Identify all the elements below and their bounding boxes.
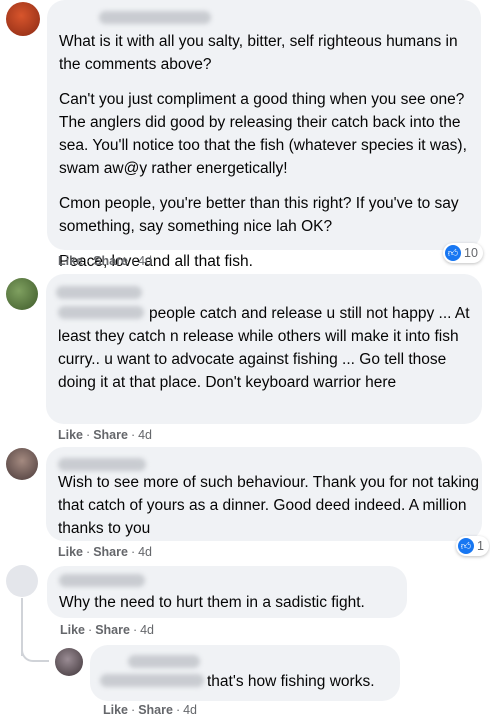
share-button[interactable]: Share <box>95 623 130 637</box>
author-name-blurred[interactable] <box>56 286 142 299</box>
avatar[interactable] <box>6 565 38 597</box>
comment-text: What is it with all you salty, bitter, s… <box>59 33 467 270</box>
comment-actions: Like · Share · 4d <box>103 703 198 717</box>
reaction-count[interactable]: 👍︎ 1 <box>456 536 489 556</box>
author-name-blurred[interactable] <box>128 655 200 668</box>
thumbs-up-icon: 👍︎ <box>458 538 474 554</box>
timestamp[interactable]: 4d <box>183 703 197 717</box>
share-button[interactable]: Share <box>93 254 128 268</box>
timestamp[interactable]: 4d <box>138 254 152 268</box>
like-button[interactable]: Like <box>58 545 83 559</box>
comment-actions: Like · Share · 4d <box>58 545 153 559</box>
timestamp[interactable]: 4d <box>140 623 154 637</box>
like-button[interactable]: Like <box>58 254 83 268</box>
author-name-blurred[interactable] <box>99 11 211 24</box>
comment-text: Wish to see more of such behaviour. Than… <box>58 474 480 537</box>
reaction-count[interactable]: 👍︎ 10 <box>443 243 483 263</box>
avatar[interactable] <box>6 278 38 310</box>
comment-actions: Like · Share · 4d <box>58 428 153 442</box>
tagged-name-blurred[interactable] <box>100 674 204 687</box>
avatar[interactable] <box>6 448 38 480</box>
tagged-name-blurred[interactable] <box>58 306 144 319</box>
avatar[interactable] <box>6 2 40 36</box>
comment-actions: Like · Share · 4d <box>60 623 155 637</box>
comment-text: that's how fishing works. <box>100 670 400 693</box>
comment-bubble: people catch and release u still not hap… <box>46 274 482 424</box>
share-button[interactable]: Share <box>138 703 173 717</box>
share-button[interactable]: Share <box>93 545 128 559</box>
comment-text: people catch and release u still not hap… <box>58 305 470 391</box>
comment-bubble: that's how fishing works. <box>90 645 400 701</box>
share-button[interactable]: Share <box>93 428 128 442</box>
comment-bubble: What is it with all you salty, bitter, s… <box>47 0 481 270</box>
comment-bubble: Wish to see more of such behaviour. Than… <box>46 447 482 541</box>
avatar[interactable] <box>55 648 83 676</box>
timestamp[interactable]: 4d <box>138 545 152 559</box>
like-button[interactable]: Like <box>60 623 85 637</box>
author-name-blurred[interactable] <box>58 458 146 471</box>
like-button[interactable]: Like <box>103 703 128 717</box>
comment-bubble: Why the need to hurt them in a sadistic … <box>47 566 407 618</box>
author-name-blurred[interactable] <box>59 574 145 587</box>
timestamp[interactable]: 4d <box>138 428 152 442</box>
comment-actions: Like · Share · 4d <box>58 254 153 268</box>
thumbs-up-icon: 👍︎ <box>445 245 461 261</box>
reply-thread-curve <box>21 640 49 662</box>
like-button[interactable]: Like <box>58 428 83 442</box>
comment-text: Why the need to hurt them in a sadistic … <box>59 594 365 611</box>
